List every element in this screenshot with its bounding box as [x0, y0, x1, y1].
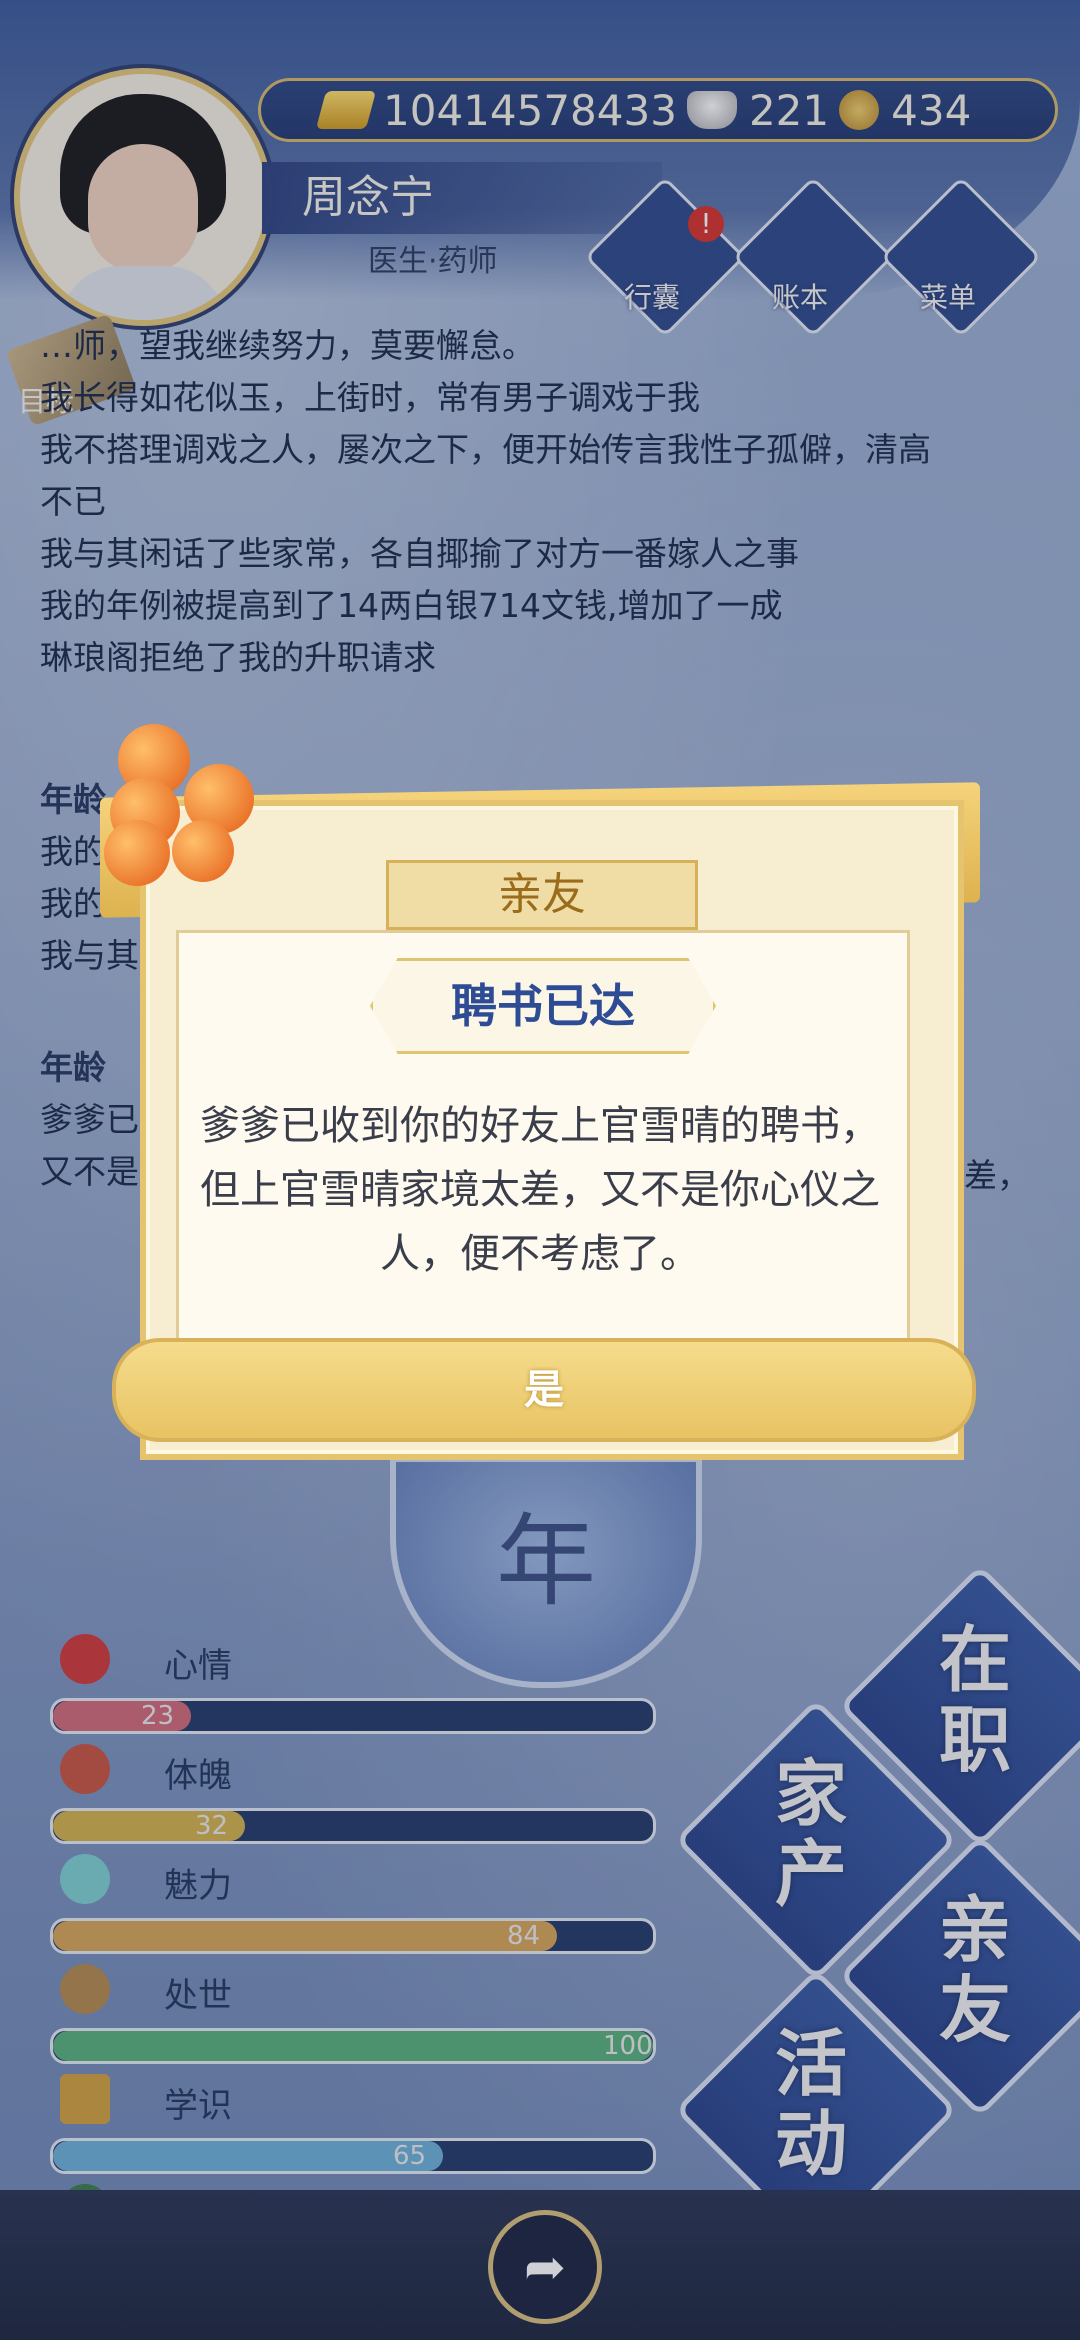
candied-fruit-icon: [104, 820, 170, 886]
modal-title: 聘书已达: [370, 958, 716, 1054]
confirm-button[interactable]: 是: [112, 1338, 976, 1442]
modal-message: 爹爹已收到你的好友上官雪晴的聘书，但上官雪晴家境太差，又不是你心仪之人，便不考虑…: [200, 1103, 880, 1277]
candied-fruit-icon: [172, 820, 234, 882]
modal-tab-friends: 亲友: [386, 860, 698, 930]
